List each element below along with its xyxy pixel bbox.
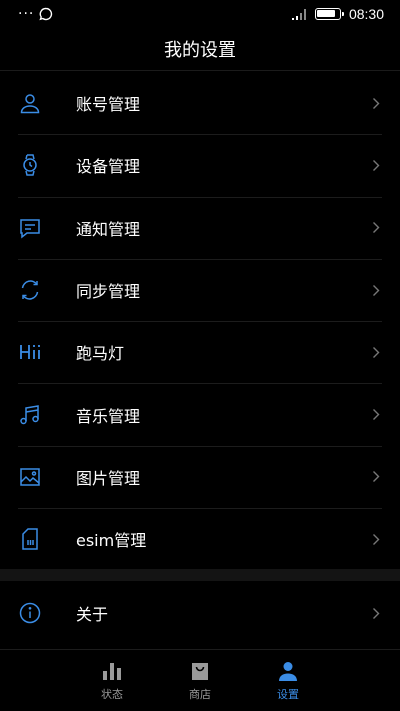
menu-item-label: 设备管理 bbox=[76, 157, 141, 177]
tab-label: 状态 bbox=[101, 687, 123, 701]
menu-item-marquee[interactable]: 跑马灯 bbox=[0, 321, 400, 383]
chat-bubble-icon bbox=[39, 7, 53, 20]
menu-item-label: 通知管理 bbox=[76, 219, 141, 239]
status-time: 08:30 bbox=[348, 5, 384, 22]
signal-icon bbox=[291, 8, 306, 20]
menu-item-label: esim管理 bbox=[76, 531, 147, 551]
menu-item-music[interactable]: 音乐管理 bbox=[0, 383, 400, 445]
menu-item-label: 同步管理 bbox=[76, 282, 141, 302]
about-section: 关于 bbox=[0, 581, 400, 645]
tab-label: 设置 bbox=[277, 687, 299, 701]
music-icon bbox=[18, 401, 58, 429]
menu-item-device[interactable]: 设备管理 bbox=[0, 134, 400, 196]
settings-screen: ··· 08:30 我的设置 账号管理 设备管理 通知管理 同步管理 跑马灯 音… bbox=[0, 0, 400, 711]
chevron-right-icon bbox=[372, 283, 384, 297]
menu-item-notification[interactable]: 通知管理 bbox=[0, 196, 400, 259]
sim-icon bbox=[18, 525, 58, 553]
bar-chart-icon bbox=[103, 662, 121, 680]
title-bar: 我的设置 bbox=[0, 27, 400, 71]
chevron-right-icon bbox=[372, 96, 384, 110]
chevron-right-icon bbox=[372, 606, 384, 620]
tab-label: 商店 bbox=[189, 687, 211, 701]
tab-settings[interactable]: 设置 bbox=[244, 650, 332, 711]
menu-item-label: 跑马灯 bbox=[76, 344, 125, 364]
menu-item-image[interactable]: 图片管理 bbox=[0, 445, 400, 508]
menu-item-sync[interactable]: 同步管理 bbox=[0, 258, 400, 321]
page-title: 我的设置 bbox=[164, 39, 236, 61]
chevron-right-icon bbox=[372, 532, 384, 546]
person-icon bbox=[279, 661, 297, 681]
menu-item-label: 账号管理 bbox=[76, 95, 141, 115]
status-left: ··· bbox=[18, 6, 53, 22]
menu-item-account[interactable]: 账号管理 bbox=[0, 72, 400, 134]
menu-item-label: 图片管理 bbox=[76, 468, 141, 488]
watch-icon bbox=[18, 151, 58, 179]
image-icon bbox=[18, 463, 58, 491]
sync-icon bbox=[18, 276, 58, 304]
shopping-bag-icon bbox=[192, 662, 208, 680]
chevron-right-icon bbox=[372, 470, 384, 484]
battery-icon bbox=[314, 7, 344, 20]
hi-icon bbox=[18, 338, 58, 366]
bottom-nav: 状态 商店 设置 bbox=[0, 649, 400, 711]
chevron-right-icon bbox=[372, 345, 384, 359]
menu-item-esim[interactable]: esim管理 bbox=[0, 508, 400, 570]
menu-item-label: 关于 bbox=[76, 605, 109, 624]
more-dots-icon: ··· bbox=[18, 5, 35, 22]
tab-status[interactable]: 状态 bbox=[68, 650, 156, 711]
menu-item-about[interactable]: 关于 bbox=[0, 581, 400, 645]
menu-item-label: 音乐管理 bbox=[76, 406, 141, 426]
chevron-right-icon bbox=[372, 158, 384, 172]
chevron-right-icon bbox=[372, 408, 384, 422]
user-icon bbox=[18, 89, 58, 117]
message-icon bbox=[18, 214, 58, 242]
info-icon bbox=[18, 599, 58, 627]
settings-menu: 账号管理 设备管理 通知管理 同步管理 跑马灯 音乐管理 图片管理 esim管理 bbox=[0, 72, 400, 570]
status-bar: ··· 08:30 bbox=[0, 0, 400, 27]
tab-store[interactable]: 商店 bbox=[156, 650, 244, 711]
chevron-right-icon bbox=[372, 221, 384, 235]
section-divider bbox=[0, 569, 400, 581]
status-right: 08:30 bbox=[291, 6, 384, 22]
